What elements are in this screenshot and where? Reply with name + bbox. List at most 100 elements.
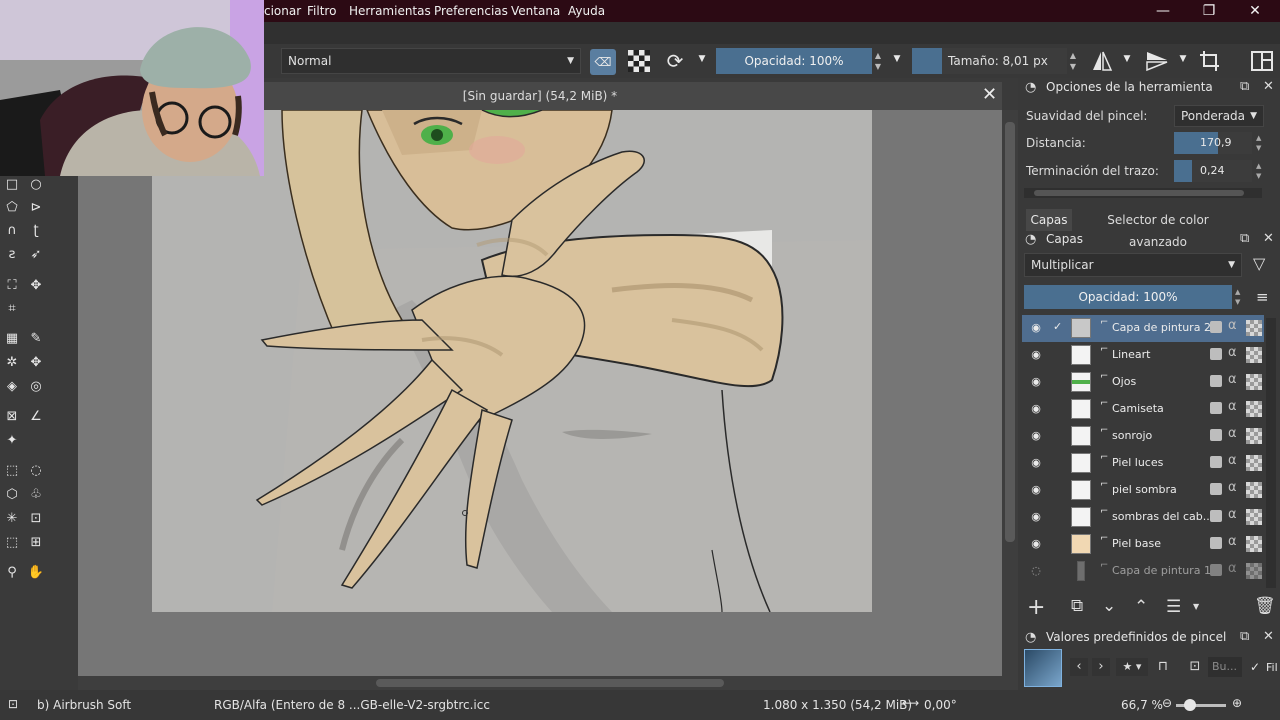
reload-icon[interactable]: ⟳ [664,49,686,73]
close-docker-icon[interactable]: ✕ [1263,231,1274,246]
transform-tool-icon[interactable]: ⛶ [3,277,21,295]
mirror-horizontal-icon[interactable] [1090,48,1114,74]
layer-row[interactable]: ◉ ⌐ Ojos α [1022,369,1264,396]
duplicate-layer-icon[interactable]: ⧉ [1071,596,1083,616]
polygon-select-icon[interactable]: ⬡ [3,486,21,504]
zoom-slider-handle[interactable] [1184,699,1196,711]
layer-name[interactable]: Lineart [1112,348,1151,361]
size-slider[interactable]: Tamaño: 8,01 px [942,48,1067,74]
zoom-label[interactable]: 66,7 % [1121,698,1163,712]
layer-name[interactable]: Ojos [1112,375,1136,388]
eraser-icon[interactable]: ⌫ [590,49,616,75]
layer-name[interactable]: Capa de pintura 2 [1112,321,1211,334]
alpha-lock-icon[interactable]: α [1228,345,1237,360]
freehand-select-icon[interactable]: ♧ [27,486,45,504]
add-layer-icon[interactable]: + [1027,595,1045,620]
move-layer-up-icon[interactable]: ⌃ [1134,597,1148,617]
alpha-lock-icon[interactable]: α [1228,480,1237,495]
layer-name[interactable]: Piel base [1112,537,1161,550]
inherit-alpha-icon[interactable] [1246,347,1262,363]
layer-row[interactable]: ◉ ⌐ Camiseta α [1022,396,1264,423]
layer-name[interactable]: piel sombra [1112,483,1177,496]
vertical-scroll-thumb[interactable] [1005,122,1015,542]
distance-stepper[interactable]: ▲ ▼ [1256,133,1261,153]
inherit-alpha-icon[interactable] [1246,428,1262,444]
lock-icon[interactable] [1210,510,1222,522]
workspace-icon[interactable] [1250,49,1274,73]
zoom-slider[interactable] [1176,699,1226,711]
previous-icon[interactable]: ‹ [1070,658,1088,676]
filter-checkbox[interactable]: ✓ [1250,660,1260,674]
maximize-button[interactable]: ❐ [1186,0,1232,22]
layer-properties-icon[interactable]: ☰ [1166,597,1181,617]
layer-name[interactable]: sonrojo [1112,429,1152,442]
preserve-alpha-icon[interactable] [628,50,650,72]
bezier-select-icon[interactable]: ⬚ [3,534,21,552]
lock-icon[interactable] [1210,429,1222,441]
ellipse-select-icon[interactable]: ◌ [27,462,45,480]
lock-icon[interactable] [1210,483,1222,495]
brush-preset-thumbnail[interactable] [1024,649,1062,687]
vertical-scrollbar[interactable] [1002,110,1018,690]
menu-window[interactable]: Ventana [511,0,560,22]
eye-icon[interactable]: ◉ [1028,401,1044,417]
lock-icon[interactable] [1210,537,1222,549]
chevron-down-icon[interactable]: ▼ [1193,602,1199,611]
fill-tool-icon[interactable]: ◈ [3,378,21,396]
angle-tool-icon[interactable]: ∠ [27,408,45,426]
crop-tool-icon[interactable]: ⌗ [3,300,21,318]
layer-opacity-stepper[interactable]: ▲ ▼ [1235,287,1240,307]
menu-select[interactable]: cionar [264,0,301,22]
layer-name[interactable]: sombras del cab... [1112,510,1213,523]
ellipse-tool-icon[interactable]: ○ [27,176,45,194]
layer-row[interactable]: ◉ ✓ ⌐ Capa de pintura 2 α [1022,315,1264,342]
alpha-lock-icon[interactable]: α [1228,534,1237,549]
float-docker-icon[interactable]: ⧉ [1240,79,1249,94]
alpha-lock-icon[interactable]: α [1228,453,1237,468]
reference-tool-icon[interactable]: ✦ [3,432,21,450]
layer-name[interactable]: Capa de pintura 1 [1112,564,1211,577]
eye-icon[interactable]: ◉ [1028,536,1044,552]
eye-icon[interactable]: ◉ [1028,374,1044,390]
freehand-path-icon[interactable]: ʈ [27,222,45,240]
lock-docker-icon[interactable]: ◔ [1025,80,1036,95]
layer-row[interactable]: ◌ ⌐ Capa de pintura 1 α [1022,558,1264,585]
magnetic-select-icon[interactable]: ⊞ [27,534,45,552]
lock-icon[interactable] [1210,456,1222,468]
favorites-icon[interactable]: ★ ▾ [1116,658,1148,676]
lock-icon[interactable] [1210,321,1222,333]
rect-select-icon[interactable]: ⬚ [3,462,21,480]
alpha-lock-icon[interactable]: α [1228,561,1237,576]
lock-icon[interactable] [1210,375,1222,387]
eye-hidden-icon[interactable]: ◌ [1028,563,1044,579]
layer-opacity-slider[interactable]: Opacidad: 100% [1024,285,1232,309]
menu-preferences[interactable]: Preferencias [434,0,508,22]
menu-filter[interactable]: Filtro [307,0,336,22]
layer-row[interactable]: ◉ ⌐ Piel base α [1022,531,1264,558]
similar-select-icon[interactable]: ⊡ [27,510,45,528]
multibrush-icon[interactable]: ➶ [27,246,45,264]
menu-help[interactable]: Ayuda [568,0,605,22]
tool-options-scroll-thumb[interactable] [1034,190,1244,196]
layer-row[interactable]: ◉ ⌐ piel sombra α [1022,477,1264,504]
inherit-alpha-icon[interactable] [1246,320,1262,336]
delete-layer-icon[interactable]: 🗑 [1254,596,1276,616]
save-preset-icon[interactable]: ⊡ [1186,658,1204,676]
close-document-icon[interactable]: ✕ [982,84,997,105]
layer-row[interactable]: ◉ ⌐ sombras del cab... α [1022,504,1264,531]
lock-icon[interactable] [1210,402,1222,414]
alpha-lock-icon[interactable]: α [1228,426,1237,441]
chevron-down-icon[interactable]: ▼ [1178,54,1188,64]
eye-icon[interactable]: ◉ [1028,320,1044,336]
magic-wand-icon[interactable]: ✳ [3,510,21,528]
size-stepper[interactable]: ▲ ▼ [1069,50,1077,72]
inherit-alpha-icon[interactable] [1246,374,1262,390]
chevron-down-icon[interactable]: ▼ [892,54,902,64]
rotation-label[interactable]: 0,00° [924,698,957,712]
alpha-lock-icon[interactable]: α [1228,372,1237,387]
gradient-tool-icon[interactable]: ▦ [3,330,21,348]
bookmark-icon[interactable]: ⊓ [1154,658,1172,676]
alpha-lock-icon[interactable]: α [1228,507,1237,522]
zoom-out-icon[interactable]: ⊖ [1162,696,1172,710]
close-docker-icon[interactable]: ✕ [1263,629,1274,644]
